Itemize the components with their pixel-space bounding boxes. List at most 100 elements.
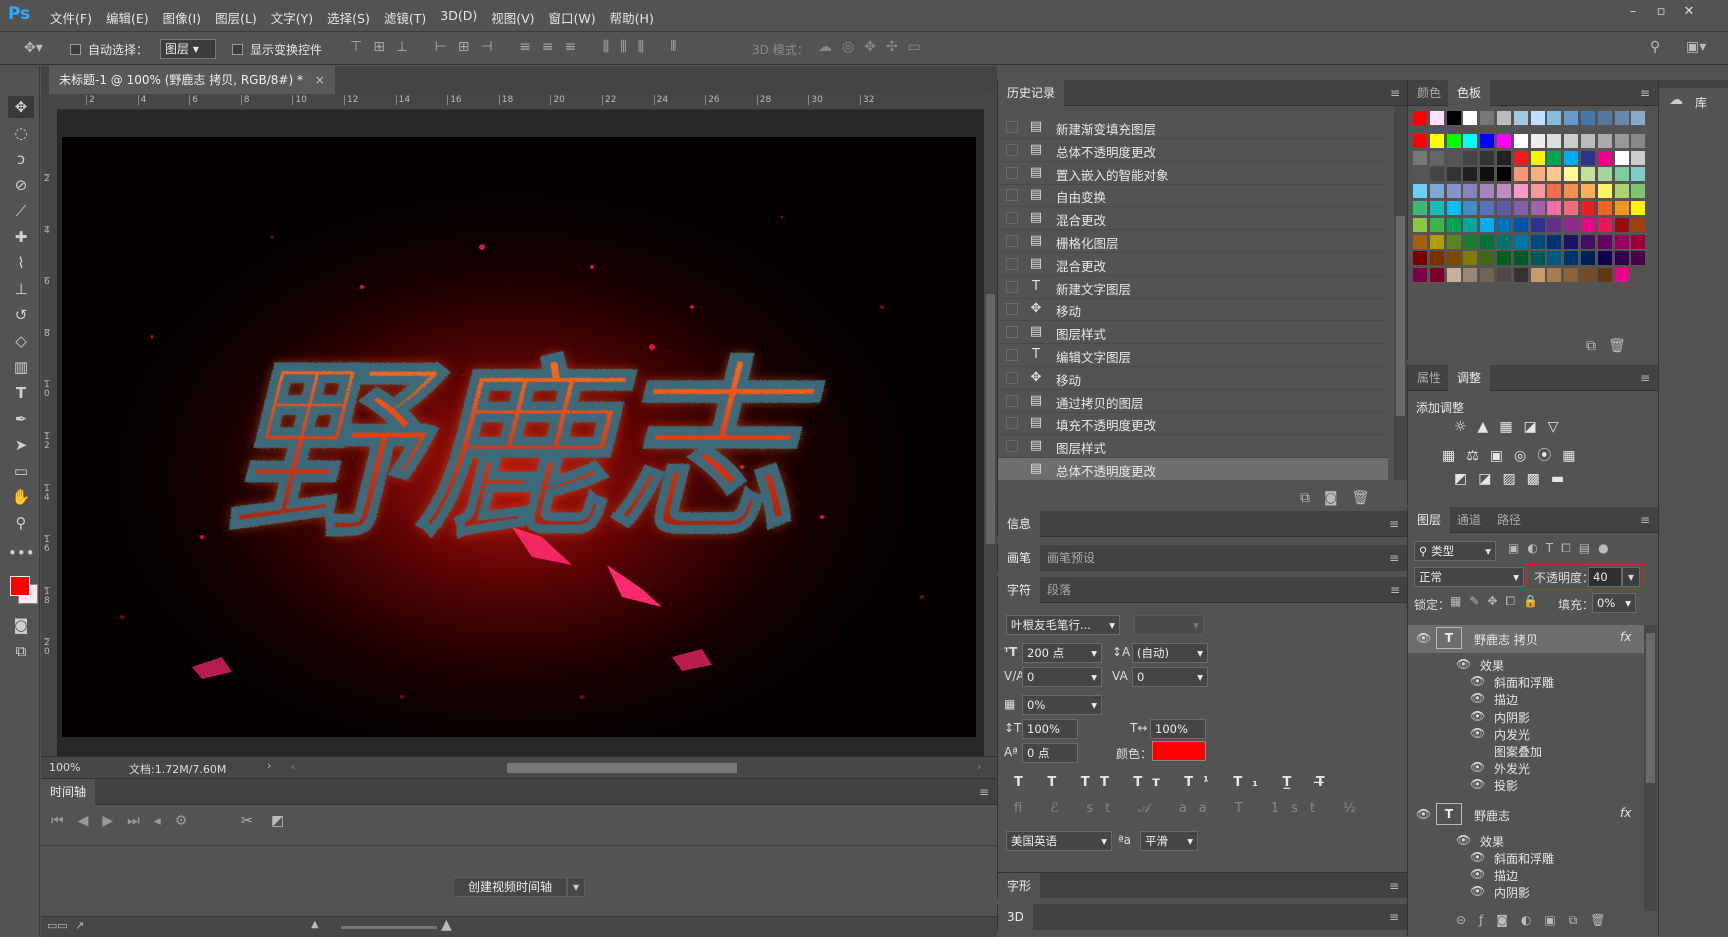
ruler-origin[interactable] xyxy=(41,94,57,110)
menu-item[interactable]: 文字(Y) xyxy=(271,8,313,27)
menu-item[interactable]: 文件(F) xyxy=(50,8,92,27)
color-swatch[interactable] xyxy=(1546,149,1563,166)
color-swatch[interactable] xyxy=(1496,166,1512,183)
color-swatch[interactable] xyxy=(1563,110,1580,126)
show-transform-checkbox[interactable] xyxy=(232,42,243,56)
color-swatch[interactable] xyxy=(1546,110,1563,126)
brush-menu-icon[interactable]: ≡ xyxy=(1389,551,1399,565)
color-swatch[interactable] xyxy=(1479,166,1496,183)
color-swatch[interactable] xyxy=(1580,166,1596,183)
color-swatch[interactable] xyxy=(1630,216,1647,233)
history-snapshot-checkbox[interactable] xyxy=(1006,235,1018,247)
brush-tool-icon[interactable]: ⌇ xyxy=(8,252,34,274)
color-swatch[interactable] xyxy=(1580,200,1596,216)
tab-swatches[interactable]: 色板 xyxy=(1448,80,1491,106)
color-swatch[interactable] xyxy=(1596,183,1613,200)
color-swatch[interactable] xyxy=(1630,250,1647,267)
color-swatch[interactable] xyxy=(1563,132,1580,149)
color-swatch[interactable] xyxy=(1580,149,1596,166)
menu-item[interactable]: 3D(D) xyxy=(440,8,477,27)
opacity-input[interactable]: 40 xyxy=(1588,567,1622,587)
color-swatch[interactable] xyxy=(1563,183,1580,200)
color-swatch[interactable] xyxy=(1496,250,1512,267)
visibility-eye-icon[interactable]: 👁 xyxy=(1456,833,1471,847)
effect-row[interactable]: 👁 斜面和浮雕 xyxy=(1408,848,1644,867)
color-swatch[interactable] xyxy=(1596,200,1613,216)
visibility-eye-icon[interactable]: 👁 xyxy=(1470,674,1485,688)
color-swatch[interactable] xyxy=(1512,250,1529,267)
text-color-swatch[interactable] xyxy=(1152,741,1206,761)
libraries-label[interactable]: 库 xyxy=(1695,94,1707,111)
tab-history[interactable]: 历史记录 xyxy=(998,80,1065,106)
restore-icon[interactable]: ▫ xyxy=(1648,2,1674,22)
move-tool-icon[interactable]: ✥ xyxy=(8,96,34,118)
menu-item[interactable]: 图像(I) xyxy=(163,8,201,27)
layer-filter-dropdown[interactable]: ⚲ 类型 ▾ xyxy=(1414,541,1496,561)
faux-style-buttons[interactable]: T T TT Tт T¹ T₁ T̲ T̶ xyxy=(1014,775,1335,790)
3d-menu-icon[interactable]: ≡ xyxy=(1389,910,1399,924)
create-video-timeline-button[interactable]: 创建视频时间轴 xyxy=(453,877,567,897)
document-info[interactable]: 文档:1.72M/7.60M xyxy=(129,761,226,777)
color-swatch[interactable] xyxy=(1630,183,1647,200)
color-swatch[interactable] xyxy=(1563,149,1580,166)
color-swatch[interactable] xyxy=(1496,200,1512,216)
color-swatch[interactable] xyxy=(1596,267,1613,284)
marquee-tool-icon[interactable]: ◌ xyxy=(8,122,34,144)
history-snapshot-checkbox[interactable] xyxy=(1006,280,1018,293)
tab-channels[interactable]: 通道 xyxy=(1448,507,1490,533)
visibility-eye-icon[interactable]: 👁 xyxy=(1416,807,1431,821)
effect-row[interactable]: 图案叠加 xyxy=(1408,741,1644,760)
move-tool-icon[interactable]: ✥▾ xyxy=(24,40,43,56)
visibility-eye-icon[interactable]: 👁 xyxy=(1470,691,1485,705)
tab-paragraph[interactable]: 段落 xyxy=(1038,577,1080,603)
baseline-shift-input[interactable]: 0 点 xyxy=(1022,743,1078,763)
color-swatch[interactable] xyxy=(1479,110,1496,126)
document-tab-close-icon[interactable]: × xyxy=(315,73,325,87)
color-swatch[interactable] xyxy=(1529,267,1546,284)
effects-row[interactable]: 👁 效果 xyxy=(1408,655,1644,674)
color-swatch[interactable] xyxy=(1445,233,1462,250)
history-item[interactable]: ✥ 移动 xyxy=(998,298,1388,322)
color-swatch[interactable] xyxy=(1412,233,1428,250)
history-brush-tool-icon[interactable]: ↺ xyxy=(8,304,34,326)
info-menu-icon[interactable]: ≡ xyxy=(1389,517,1399,531)
color-swatch[interactable] xyxy=(1412,267,1428,284)
screen-mode-icon[interactable]: ⧉ xyxy=(8,640,34,662)
color-swatch[interactable] xyxy=(1445,132,1462,149)
libraries-icon[interactable]: ☁ xyxy=(1669,92,1683,108)
color-swatch[interactable] xyxy=(1596,216,1613,233)
tab-character[interactable]: 字符 xyxy=(998,577,1041,603)
history-item[interactable]: ▤ 填充不透明度更改 xyxy=(998,412,1388,436)
color-swatch[interactable] xyxy=(1496,267,1512,284)
tracking-input[interactable]: 0 ▾ xyxy=(1132,667,1208,687)
color-swatch[interactable] xyxy=(1462,216,1479,233)
history-item[interactable]: ▤ 混合更改 xyxy=(998,207,1388,231)
color-swatch[interactable] xyxy=(1479,216,1496,233)
color-swatch[interactable] xyxy=(1580,183,1596,200)
visibility-eye-icon[interactable]: 👁 xyxy=(1470,884,1485,898)
color-swatch[interactable] xyxy=(1445,183,1462,200)
effect-row[interactable]: 👁 描边 xyxy=(1408,865,1644,884)
color-swatch[interactable] xyxy=(1613,250,1630,267)
color-swatch[interactable] xyxy=(1596,233,1613,250)
effect-row[interactable]: 👁 内阴影 xyxy=(1408,882,1644,901)
color-swatch[interactable] xyxy=(1529,166,1546,183)
color-swatch[interactable] xyxy=(1563,166,1580,183)
color-swatch[interactable] xyxy=(1412,200,1428,216)
color-swatch[interactable] xyxy=(1496,216,1512,233)
color-swatch[interactable] xyxy=(1428,183,1445,200)
color-swatch[interactable] xyxy=(1563,267,1580,284)
rectangle-tool-icon[interactable]: ▭ xyxy=(8,460,34,482)
color-swatch[interactable] xyxy=(1412,183,1428,200)
auto-select-dropdown[interactable]: 图层 ▾ xyxy=(160,39,216,59)
visibility-eye-icon[interactable]: 👁 xyxy=(1470,850,1485,864)
menu-item[interactable]: 视图(V) xyxy=(491,8,534,27)
color-swatch[interactable] xyxy=(1563,200,1580,216)
scroll-right-icon[interactable]: › xyxy=(977,760,981,773)
color-swatch[interactable] xyxy=(1613,132,1630,149)
color-swatch[interactable] xyxy=(1529,132,1546,149)
color-swatch[interactable] xyxy=(1479,200,1496,216)
color-swatch[interactable] xyxy=(1613,216,1630,233)
history-item[interactable]: ▤ 总体不透明度更改 xyxy=(998,458,1388,480)
zoom-tool-icon[interactable]: ⚲ xyxy=(8,512,34,534)
